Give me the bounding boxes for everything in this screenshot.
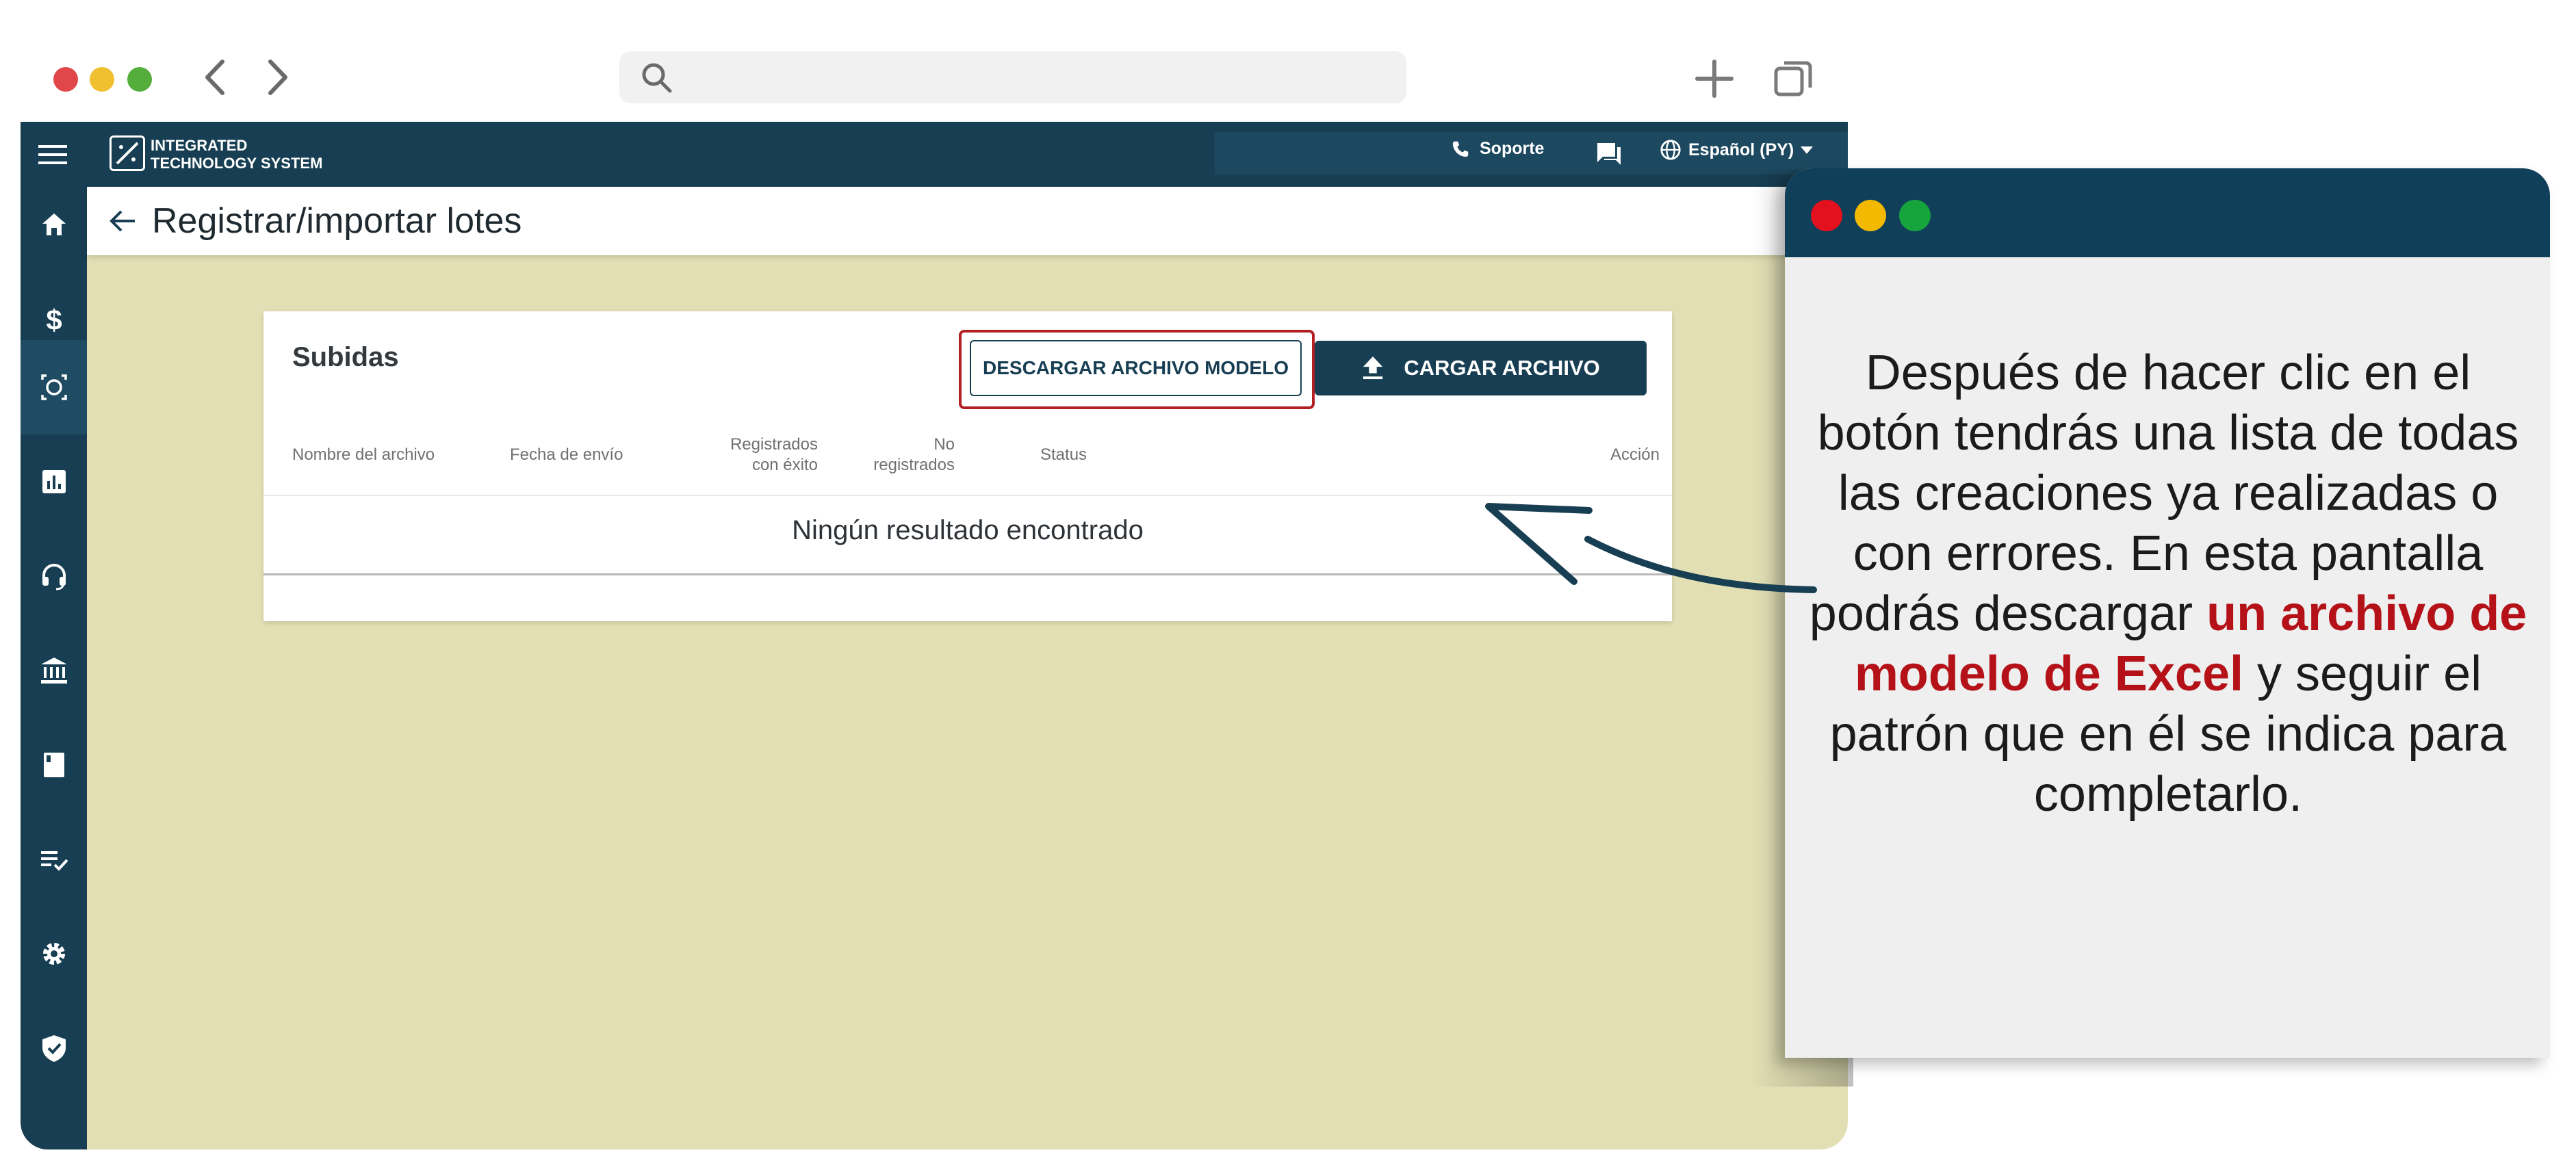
chevron-down-icon [1801,146,1814,154]
uploads-card: Subidas DESCARGAR ARCHIVO MODELO CARGAR … [263,311,1672,621]
forward-nav-icon[interactable] [257,53,298,101]
chart-icon [42,470,66,493]
brand-line-1: INTEGRATED [151,137,248,154]
sidebar-item-batches[interactable] [21,340,87,434]
support-link[interactable]: Soporte [1451,139,1544,159]
column-header-not-registered: No registrados [852,434,955,476]
column-header-send-date: Fecha de envío [510,445,623,464]
top-bar: INTEGRATED TECHNOLOGY SYSTEM Soporte Esp… [21,122,1848,187]
page-header: Registrar/importar lotes [87,187,1848,255]
upload-file-button[interactable]: CARGAR ARCHIVO [1315,341,1647,395]
brand-name: INTEGRATED TECHNOLOGY SYSTEM [151,137,322,172]
headset-icon [42,564,66,590]
browser-chrome [0,0,1848,123]
language-selector[interactable]: Español (PY) [1660,139,1814,161]
new-tab-icon[interactable] [1690,55,1738,103]
sidebar-item-security[interactable] [21,1001,87,1095]
sidebar-item-docs[interactable] [21,718,87,812]
support-label: Soporte [1480,139,1545,158]
shield-icon [42,1035,66,1062]
callout-header [1785,168,2550,257]
maximize-window-dot[interactable] [127,67,152,92]
pointer-arrow [1485,503,1817,593]
header-divider [263,495,1672,496]
sidebar-item-settings[interactable] [21,907,87,1001]
uploads-title: Subidas [292,342,399,372]
minimize-window-dot[interactable] [90,67,114,92]
column-header-file-name: Nombre del archivo [292,445,435,464]
column-header-action: Acción [1610,445,1660,464]
table-bottom-divider [263,573,1672,575]
checklist-icon [40,851,68,871]
upload-icon [1363,356,1383,380]
close-window-dot[interactable] [53,67,78,92]
column-header-status: Status [1040,445,1087,464]
page-title: Registrar/importar lotes [152,201,522,241]
back-arrow-icon[interactable] [107,206,138,236]
callout-text: Después de hacer clic en el botón tendrá… [1809,343,2527,824]
tabs-overview-icon[interactable] [1769,55,1817,103]
download-template-button[interactable]: DESCARGAR ARCHIVO MODELO [970,340,1302,396]
globe-icon [1660,140,1681,160]
brand-line-2: TECHNOLOGY SYSTEM [151,155,323,172]
column-header-registered: Registrados con éxito [715,434,818,476]
callout-green-dot [1899,200,1931,231]
book-icon [43,753,64,777]
scan-icon [40,374,67,400]
gear-icon [42,943,65,965]
home-icon [42,213,66,235]
language-label: Español (PY) [1688,140,1794,159]
callout-yellow-dot [1855,200,1886,231]
bank-icon [40,658,67,684]
not-registered-line-1: No [933,435,955,454]
registered-line-2: con éxito [751,456,818,474]
sidebar-item-tasks[interactable] [21,812,87,907]
sidebar-item-home[interactable] [21,187,87,262]
app-window: INTEGRATED TECHNOLOGY SYSTEM Soporte Esp… [21,122,1848,1149]
chat-icon[interactable] [1595,139,1623,168]
callout-panel: Después de hacer clic en el botón tendrá… [1785,168,2550,1058]
dollar-icon: $ [46,304,62,335]
search-icon [642,63,672,93]
back-nav-icon[interactable] [195,53,236,101]
sidebar-item-support[interactable] [21,529,87,623]
sidebar: $ [21,187,87,1149]
phone-icon [1452,141,1469,157]
logo-icon [110,135,145,171]
registered-line-1: Registrados [730,435,818,454]
address-bar[interactable] [619,51,1406,103]
sidebar-item-reports[interactable] [21,434,87,529]
upload-button-label: CARGAR ARCHIVO [1404,356,1600,380]
svg-text:$: $ [46,304,62,335]
callout-red-dot [1811,200,1842,231]
menu-icon[interactable] [36,141,70,168]
sidebar-item-bank[interactable] [21,623,87,718]
empty-results-message: Ningún resultado encontrado [792,515,1144,545]
not-registered-line-2: registrados [873,456,955,474]
